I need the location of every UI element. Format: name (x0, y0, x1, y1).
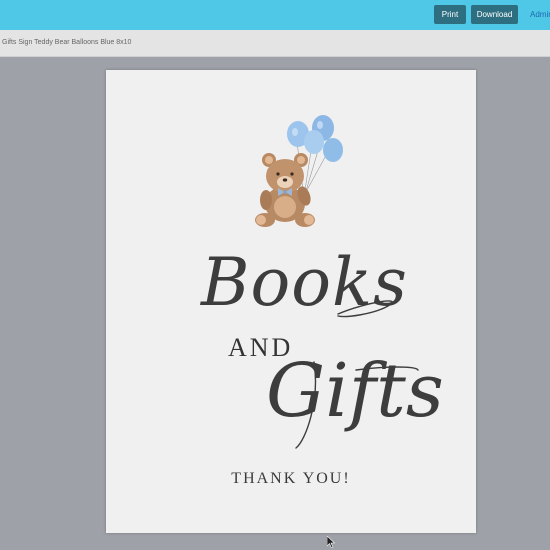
sign-line-books: Books (201, 244, 408, 321)
document-title-bar: Gifts Sign Teddy Bear Balloons Blue 8x10 (0, 30, 550, 57)
admin-link[interactable]: Admin (530, 10, 550, 19)
sign-line-gifts: Gifts (266, 348, 444, 434)
document-viewer[interactable]: Books AND Gifts THANK YOU! (0, 57, 550, 550)
thank-you-text: THANK YOU! (231, 470, 351, 487)
sign-page: Books AND Gifts THANK YOU! (106, 70, 476, 533)
top-toolbar: Print Download Admin (0, 0, 550, 30)
print-button[interactable]: Print (434, 5, 466, 24)
download-button[interactable]: Download (471, 5, 518, 24)
document-title: Gifts Sign Teddy Bear Balloons Blue 8x10 (2, 39, 132, 46)
teddy-bear-balloons-icon (255, 115, 343, 227)
mouse-pointer-icon (327, 536, 335, 548)
